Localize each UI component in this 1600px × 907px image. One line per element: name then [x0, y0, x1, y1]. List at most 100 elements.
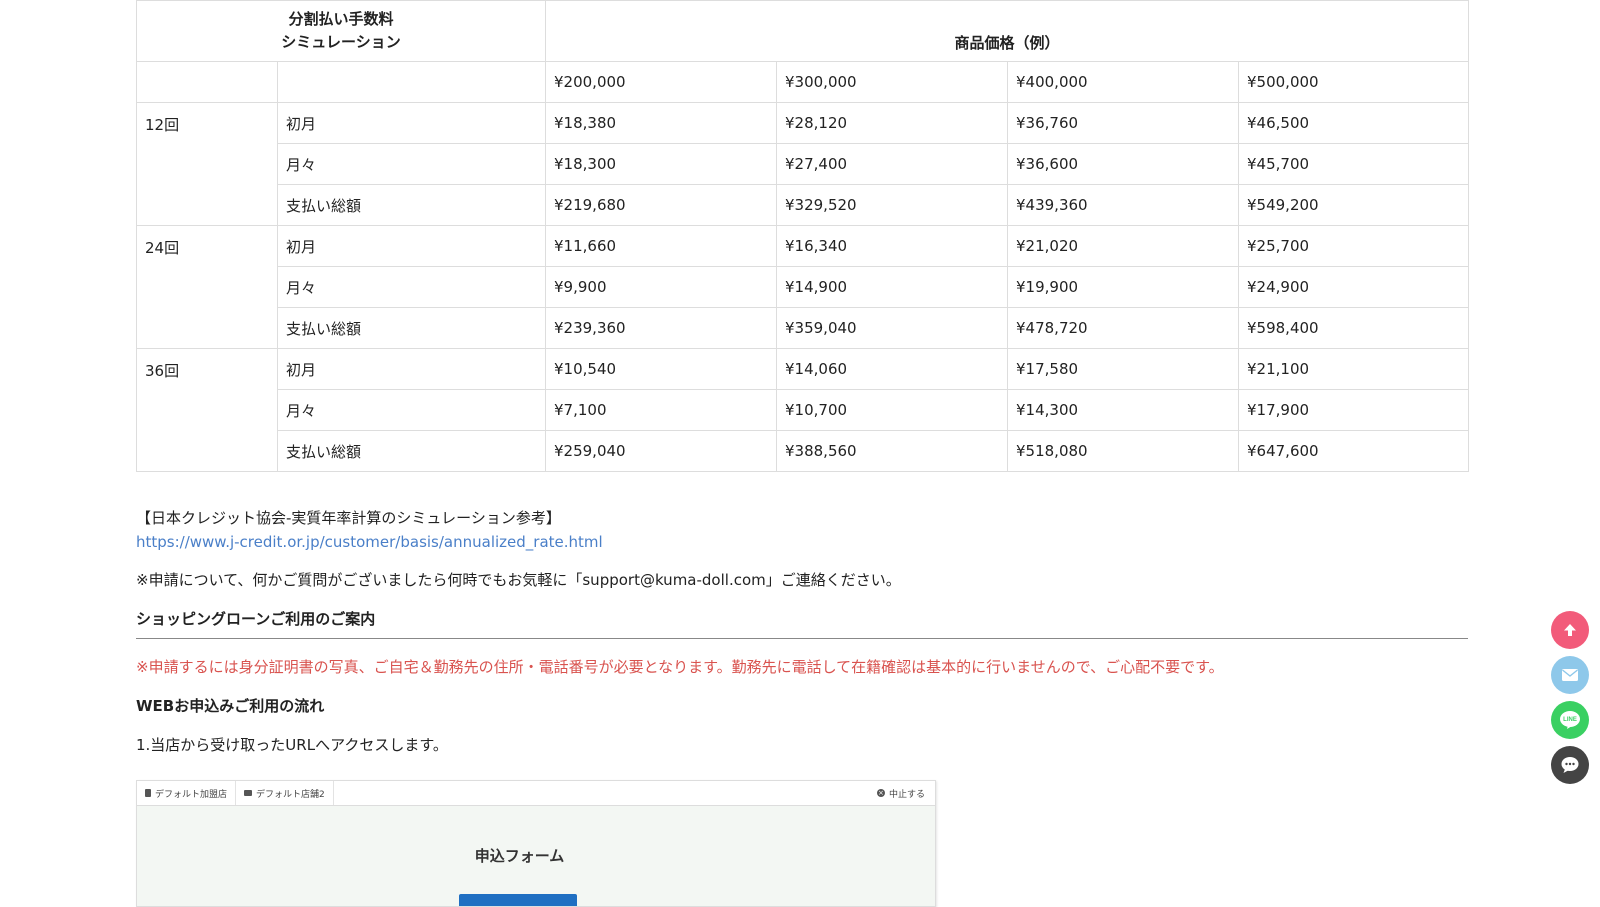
amount-cell: ¥18,300 — [545, 143, 777, 185]
amount-cell: ¥14,060 — [776, 348, 1008, 390]
row-label-cell: 支払い総額 — [277, 430, 546, 472]
chat-button[interactable] — [1551, 746, 1589, 784]
amount-cell: ¥219,680 — [545, 184, 777, 226]
building-icon — [145, 789, 151, 797]
screenshot-tab-merchant: デフォルト加盟店 — [137, 781, 237, 805]
empty-cell — [136, 61, 278, 103]
amount-cell: ¥46,500 — [1237, 102, 1470, 144]
amount-cell: ¥17,900 — [1237, 389, 1470, 431]
row-label-cell: 初月 — [277, 225, 546, 267]
table-row: 月々 ¥18,300 ¥27,400 ¥36,600 ¥45,700 — [137, 143, 1470, 185]
amount-cell: ¥11,660 — [545, 225, 777, 267]
installment-count-cell: 24回 — [136, 225, 278, 349]
amount-cell: ¥28,120 — [776, 102, 1008, 144]
amount-cell: ¥259,040 — [545, 430, 777, 472]
amount-cell: ¥239,360 — [545, 307, 777, 349]
amount-cell: ¥388,560 — [776, 430, 1008, 472]
amount-cell: ¥21,100 — [1237, 348, 1470, 390]
simulation-table-wrapper: 分割払い手数料 シミュレーション 商品価格（例） ¥200,000 ¥300,0… — [136, 0, 1470, 472]
mail-button[interactable] — [1551, 656, 1589, 694]
screenshot-form-title: 申込フォーム — [474, 847, 565, 865]
amount-cell: ¥10,700 — [776, 389, 1008, 431]
amount-cell: ¥9,900 — [545, 266, 777, 308]
step-1-text: 1.当店から受け取ったURLへアクセスします。 — [136, 736, 448, 754]
price-cell: ¥200,000 — [545, 61, 777, 103]
screenshot-form-button — [459, 894, 577, 906]
installment-simulation-table: 分割払い手数料 シミュレーション 商品価格（例） ¥200,000 ¥300,0… — [136, 0, 1470, 472]
screenshot-tab-bar: デフォルト加盟店 デフォルト店舗2 × 中止する — [137, 781, 935, 806]
installment-count-cell: 36回 — [136, 348, 278, 472]
scroll-to-top-button[interactable] — [1551, 611, 1589, 649]
screenshot-stop: × 中止する — [876, 781, 925, 805]
amount-cell: ¥549,200 — [1237, 184, 1470, 226]
amount-cell: ¥36,600 — [1007, 143, 1239, 185]
header-product-price: 商品価格（例） — [544, 0, 1470, 62]
line-chat-icon: LINE — [1560, 711, 1580, 729]
amount-cell: ¥45,700 — [1237, 143, 1470, 185]
line-icon-text: LINE — [1563, 717, 1577, 723]
reference-block: 【日本クレジット協会-実質年率計算のシミュレーション参考】 https://ww… — [136, 506, 603, 554]
reference-link[interactable]: https://www.j-credit.or.jp/customer/basi… — [136, 530, 603, 554]
table-row: 月々 ¥7,100 ¥10,700 ¥14,300 ¥17,900 — [137, 389, 1470, 431]
row-label-cell: 月々 — [277, 266, 546, 308]
table-row: 支払い総額 ¥259,040 ¥388,560 ¥518,080 ¥647,600 — [137, 430, 1470, 472]
envelope-icon — [1562, 669, 1578, 681]
table-row: 支払い総額 ¥219,680 ¥329,520 ¥439,360 ¥549,200 — [137, 184, 1470, 226]
web-flow-title: WEBお申込みご利用の流れ — [136, 697, 325, 715]
header-simulation-line2: シミュレーション — [281, 33, 401, 51]
amount-cell: ¥24,900 — [1237, 266, 1470, 308]
table-header-row: 分割払い手数料 シミュレーション 商品価格（例） — [136, 0, 1470, 62]
amount-cell: ¥359,040 — [776, 307, 1008, 349]
table-row: 12回 初月 ¥18,380 ¥28,120 ¥36,760 ¥46,500 — [136, 102, 1470, 226]
header-simulation-line1: 分割払い手数料 — [288, 10, 394, 28]
table-body: 分割払い手数料 シミュレーション 商品価格（例） ¥200,000 ¥300,0… — [136, 0, 1470, 472]
amount-cell: ¥27,400 — [776, 143, 1008, 185]
table-row: 36回 初月 ¥10,540 ¥14,060 ¥17,580 ¥21,100 — [136, 348, 1470, 472]
screenshot-tab-merchant-label: デフォルト加盟店 — [155, 789, 228, 800]
price-cell: ¥500,000 — [1237, 61, 1470, 103]
amount-cell: ¥329,520 — [776, 184, 1008, 226]
table-row: 支払い総額 ¥239,360 ¥359,040 ¥478,720 ¥598,400 — [137, 307, 1470, 349]
required-documents-note: ※申請するには身分証明書の写真、ご自宅＆勤務先の住所・電話番号が必要となります。… — [136, 658, 1224, 676]
amount-cell: ¥18,380 — [545, 102, 777, 144]
screenshot-tab-store-label: デフォルト店舗2 — [256, 789, 325, 800]
amount-cell: ¥19,900 — [1007, 266, 1239, 308]
amount-cell: ¥10,540 — [545, 348, 777, 390]
amount-cell: ¥518,080 — [1007, 430, 1239, 472]
price-row: ¥200,000 ¥300,000 ¥400,000 ¥500,000 — [136, 61, 1470, 103]
speech-bubble-icon — [1561, 757, 1579, 773]
amount-cell: ¥439,360 — [1007, 184, 1239, 226]
row-label-cell: 支払い総額 — [277, 307, 546, 349]
screenshot-tab-store: デフォルト店舗2 — [236, 781, 334, 805]
row-label-cell: 初月 — [277, 102, 546, 144]
amount-cell: ¥478,720 — [1007, 307, 1239, 349]
amount-cell: ¥25,700 — [1237, 225, 1470, 267]
amount-cell: ¥16,340 — [776, 225, 1008, 267]
amount-cell: ¥647,600 — [1237, 430, 1470, 472]
application-form-screenshot: デフォルト加盟店 デフォルト店舗2 × 中止する 申込フォーム — [136, 780, 936, 907]
installment-count-cell: 12回 — [136, 102, 278, 226]
amount-cell: ¥14,300 — [1007, 389, 1239, 431]
close-circle-icon: × — [876, 789, 885, 797]
amount-cell: ¥17,580 — [1007, 348, 1239, 390]
row-label-cell: 初月 — [277, 348, 546, 390]
amount-cell: ¥14,900 — [776, 266, 1008, 308]
table-row: 月々 ¥9,900 ¥14,900 ¥19,900 ¥24,900 — [137, 266, 1470, 308]
price-cell: ¥300,000 — [776, 61, 1008, 103]
amount-cell: ¥7,100 — [545, 389, 777, 431]
section-title: ショッピングローンご利用のご案内 — [136, 608, 1468, 639]
empty-cell — [277, 61, 546, 103]
row-label-cell: 月々 — [277, 143, 546, 185]
amount-cell: ¥36,760 — [1007, 102, 1239, 144]
screenshot-stop-label: 中止する — [888, 789, 925, 800]
line-button[interactable]: LINE — [1551, 701, 1589, 739]
contact-note: ※申請について、何かご質問がございましたら何時でもお気軽に「support@ku… — [136, 571, 901, 589]
amount-cell: ¥598,400 — [1237, 307, 1470, 349]
header-simulation-cell: 分割払い手数料 シミュレーション — [136, 0, 546, 62]
row-label-cell: 月々 — [277, 389, 546, 431]
amount-cell: ¥21,020 — [1007, 225, 1239, 267]
arrow-up-icon — [1564, 624, 1576, 636]
table-row: 24回 初月 ¥11,660 ¥16,340 ¥21,020 ¥25,700 — [136, 225, 1470, 349]
reference-heading: 【日本クレジット協会-実質年率計算のシミュレーション参考】 — [136, 509, 561, 527]
price-cell: ¥400,000 — [1007, 61, 1239, 103]
